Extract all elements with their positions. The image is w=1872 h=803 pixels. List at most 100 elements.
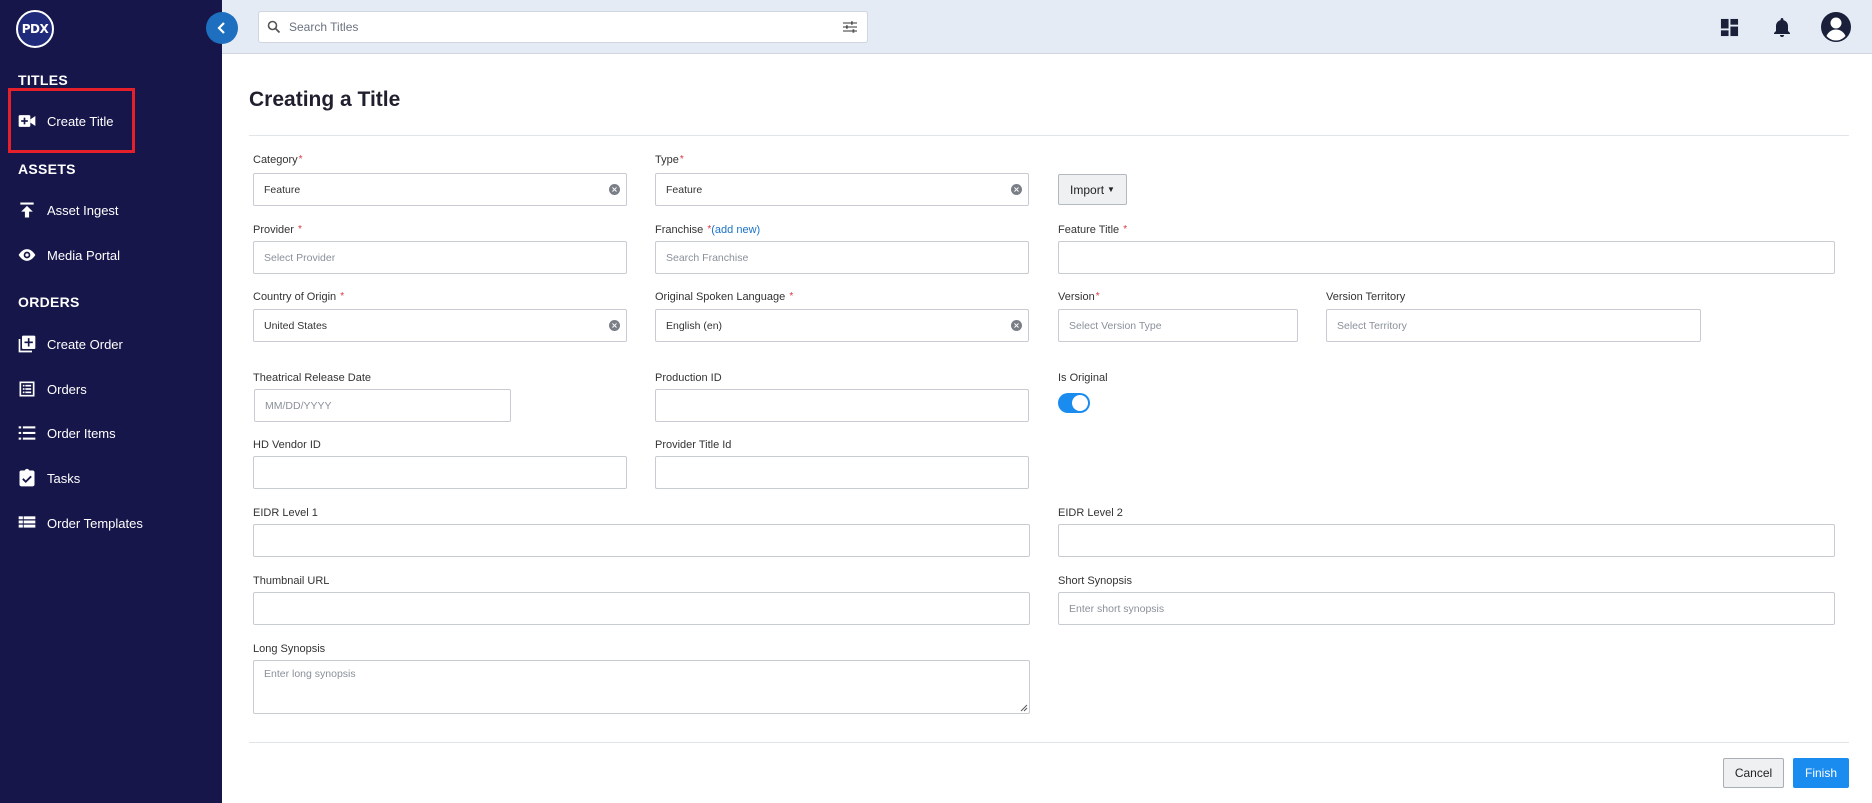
collapse-sidebar-button[interactable] — [206, 12, 238, 44]
provider-title-id-field[interactable] — [655, 456, 1029, 489]
sidebar-item-label: Tasks — [47, 470, 81, 486]
type-label: Type* — [655, 154, 684, 166]
sidebar-item-create-order[interactable]: Create Order — [16, 329, 123, 359]
hd-vendor-id-label: HD Vendor ID — [253, 439, 321, 451]
provider-title-id-label: Provider Title Id — [655, 439, 732, 451]
search-input[interactable] — [289, 20, 833, 34]
sidebar-item-label: Media Portal — [47, 247, 120, 263]
pdx-logo[interactable]: PDX — [16, 10, 54, 48]
sidebar-item-media-portal[interactable]: Media Portal — [16, 240, 120, 270]
feature-title-field[interactable] — [1058, 241, 1835, 274]
production-id-field[interactable] — [655, 389, 1029, 422]
sidebar-item-label: Order Items — [47, 425, 116, 441]
is-original-toggle[interactable] — [1058, 393, 1090, 413]
country-of-origin-label: Country of Origin * — [253, 291, 345, 303]
short-synopsis-input[interactable] — [1059, 593, 1834, 624]
highlight-box — [8, 88, 135, 153]
add-new-franchise-link[interactable]: (add new) — [711, 224, 760, 236]
list-box-icon — [16, 378, 38, 400]
list-icon — [16, 422, 38, 444]
version-territory-label: Version Territory — [1326, 291, 1406, 303]
section-title-titles: TITLES — [18, 72, 69, 88]
thumbnail-url-field[interactable] — [253, 592, 1030, 625]
version-territory-input[interactable] — [1327, 310, 1700, 341]
original-spoken-language-select[interactable]: × — [655, 309, 1029, 342]
franchise-search[interactable] — [655, 241, 1029, 274]
clear-icon[interactable]: × — [609, 320, 620, 331]
sidebar-item-label: Orders — [47, 381, 87, 397]
eidr-level-1-field[interactable] — [253, 524, 1030, 557]
original-spoken-language-label: Original Spoken Language * — [655, 291, 794, 303]
short-synopsis-field[interactable] — [1058, 592, 1835, 625]
chevron-left-icon — [217, 22, 225, 34]
clear-icon[interactable]: × — [609, 184, 620, 195]
provider-select[interactable] — [253, 241, 627, 274]
original-spoken-language-value[interactable] — [656, 310, 1028, 341]
version-select[interactable] — [1058, 309, 1298, 342]
logo-text: PDX — [21, 22, 49, 36]
long-synopsis-label: Long Synopsis — [253, 643, 326, 655]
eidr-level-2-field[interactable] — [1058, 524, 1835, 557]
feature-title-label: Feature Title * — [1058, 224, 1128, 236]
divider-bottom — [249, 742, 1849, 743]
clipboard-check-icon — [16, 467, 38, 489]
section-title-orders: ORDERS — [18, 294, 80, 310]
version-territory-select[interactable] — [1326, 309, 1701, 342]
sidebar-item-order-templates[interactable]: Order Templates — [16, 508, 143, 538]
clear-icon[interactable]: × — [1011, 320, 1022, 331]
search-bar — [258, 11, 868, 43]
thumbnail-url-input[interactable] — [254, 593, 1029, 624]
production-id-label: Production ID — [655, 372, 722, 384]
resize-grip-icon[interactable] — [1019, 703, 1028, 712]
country-of-origin-select[interactable]: × — [253, 309, 627, 342]
hd-vendor-id-field[interactable] — [253, 456, 627, 489]
sidebar-item-orders[interactable]: Orders — [16, 374, 87, 404]
theatrical-release-date-field[interactable] — [254, 389, 511, 422]
sidebar-item-label: Asset Ingest — [47, 202, 119, 218]
bell-icon[interactable] — [1770, 15, 1794, 39]
search-icon — [259, 20, 289, 34]
franchise-input[interactable] — [656, 242, 1028, 273]
clear-icon[interactable]: × — [1011, 184, 1022, 195]
theatrical-release-date-label: Theatrical Release Date — [253, 372, 372, 384]
cancel-button[interactable]: Cancel — [1723, 758, 1784, 788]
sidebar-item-order-items[interactable]: Order Items — [16, 418, 116, 448]
production-id-input[interactable] — [656, 390, 1028, 421]
eidr-level-2-input[interactable] — [1059, 525, 1834, 556]
finish-button[interactable]: Finish — [1793, 758, 1849, 788]
sidebar-item-asset-ingest[interactable]: Asset Ingest — [16, 195, 119, 225]
category-label: Category* — [253, 154, 303, 166]
category-select[interactable]: × — [253, 173, 627, 206]
top-icons — [1717, 0, 1872, 54]
type-value[interactable] — [656, 174, 1028, 205]
long-synopsis-textarea[interactable] — [254, 661, 1029, 713]
provider-title-id-input[interactable] — [656, 457, 1028, 488]
dashboard-icon[interactable] — [1717, 15, 1741, 39]
sidebar: PDX TITLES Create Title ASSETS Asset Ing… — [0, 0, 222, 803]
eidr-level-1-input[interactable] — [254, 525, 1029, 556]
eye-icon — [16, 244, 38, 266]
version-input[interactable] — [1059, 310, 1297, 341]
long-synopsis-field[interactable] — [253, 660, 1030, 714]
country-of-origin-value[interactable] — [254, 310, 626, 341]
is-original-label: Is Original — [1058, 372, 1108, 384]
filter-sliders-icon[interactable] — [833, 21, 867, 33]
provider-input[interactable] — [254, 242, 626, 273]
section-title-assets: ASSETS — [18, 161, 76, 177]
type-select[interactable]: × — [655, 173, 1029, 206]
feature-title-input[interactable] — [1059, 242, 1834, 273]
sidebar-item-label: Create Order — [47, 336, 123, 352]
import-button[interactable]: Import ▼ — [1058, 174, 1127, 205]
theatrical-release-date-input[interactable] — [255, 390, 510, 421]
short-synopsis-label: Short Synopsis — [1058, 575, 1132, 587]
divider-top — [249, 135, 1849, 136]
eidr-level-1-label: EIDR Level 1 — [253, 507, 318, 519]
sidebar-item-tasks[interactable]: Tasks — [16, 463, 80, 493]
top-bar — [222, 0, 1872, 54]
provider-label: Provider * — [253, 224, 302, 236]
eidr-level-2-label: EIDR Level 2 — [1058, 507, 1123, 519]
upload-icon — [16, 199, 38, 221]
hd-vendor-id-input[interactable] — [254, 457, 626, 488]
category-value[interactable] — [254, 174, 626, 205]
account-avatar-icon[interactable] — [1820, 11, 1852, 43]
